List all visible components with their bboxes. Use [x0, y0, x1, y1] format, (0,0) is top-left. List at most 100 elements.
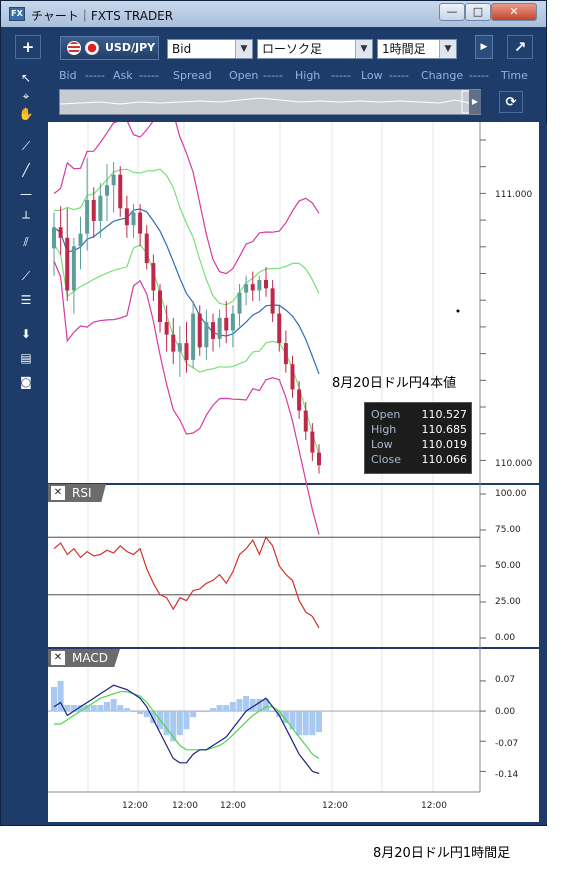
expand-button[interactable]: ↗ — [507, 35, 533, 59]
trendline-icon[interactable]: ⟋ — [17, 137, 35, 155]
fibonacci-icon[interactable]: ☰ — [17, 291, 35, 309]
rsi-close-button[interactable]: ✕ — [51, 486, 65, 500]
macd-histogram-bar — [223, 705, 230, 712]
sparkline-svg — [59, 90, 473, 114]
rsi-label: RSI — [72, 486, 92, 500]
close-button[interactable]: ✕ — [491, 3, 537, 21]
macd-histogram-bar — [269, 711, 276, 713]
rsi-tick: 100.00 — [495, 489, 527, 499]
change-value: ----- — [469, 69, 489, 82]
chevron-down-icon: ▼ — [355, 40, 372, 58]
candle-body — [177, 343, 182, 352]
maximize-button[interactable]: □ — [465, 3, 491, 21]
timeframe-select[interactable]: 1時間足 ▼ — [377, 39, 457, 59]
macd-histogram-bar — [302, 711, 309, 736]
macd-histogram-bar — [104, 702, 110, 712]
candle-body — [118, 174, 123, 209]
window-title: チャート｜FXTS TRADER — [31, 9, 174, 23]
candle-body — [191, 313, 196, 360]
hand-pan-icon[interactable]: ✋ — [17, 105, 35, 123]
candle-body — [217, 317, 222, 339]
macd-histogram-bar — [190, 711, 197, 718]
timeframe-value: 1時間足 — [382, 42, 426, 56]
candle-body — [105, 185, 109, 196]
candle-body — [244, 284, 249, 293]
ask-value: ----- — [139, 69, 159, 82]
high-value: ----- — [331, 69, 351, 82]
candle-body — [290, 364, 295, 390]
candle-body — [131, 212, 136, 226]
candle-body — [151, 263, 156, 291]
chevron-down-icon: ▼ — [439, 40, 456, 58]
list-icon[interactable]: ▤ — [17, 349, 35, 367]
refresh-button[interactable]: ⟳ — [499, 91, 523, 113]
caption: 8月20日ドル円1時間足 — [373, 846, 511, 861]
candle-body — [230, 313, 235, 331]
camera-icon[interactable]: ◙ — [17, 373, 35, 391]
rsi-tick: 0.00 — [495, 633, 516, 643]
jp-flag-icon — [85, 41, 99, 55]
macd-histogram-bar — [130, 711, 137, 713]
candle-body — [257, 279, 262, 291]
candle-body — [303, 410, 308, 432]
candle-body — [158, 290, 162, 323]
macd-line — [53, 684, 320, 775]
macd-tick: -0.07 — [495, 739, 519, 749]
fan-icon[interactable]: ⟋ — [17, 267, 35, 285]
download-icon[interactable]: ⬇ — [17, 325, 35, 343]
price-sparkline[interactable]: ▶ — [59, 89, 481, 115]
low-label: Low — [361, 69, 383, 82]
horizontal-line-icon[interactable]: — — [17, 185, 35, 203]
candle-body — [111, 174, 116, 186]
app-icon: FX — [9, 7, 25, 21]
macd-tick: -0.14 — [495, 770, 519, 780]
crosshair-icon[interactable]: ⌖ — [17, 87, 35, 105]
symbol-selector[interactable]: USD/JPY — [60, 36, 159, 60]
chart-type-value: ローソク足 — [262, 42, 323, 56]
candle-body — [184, 343, 189, 360]
macd-histogram-bar — [316, 711, 322, 733]
macd-histogram-bar — [236, 699, 243, 712]
low-label: Low — [371, 438, 393, 451]
close-label: Close — [371, 453, 401, 466]
candle-body — [197, 313, 202, 348]
drawing-toolbar: ↖ ⌖ ✋ ⟋ ╱ — ┴ ⫽ ⟋ ☰ ⬇ ▤ ◙ — [17, 69, 37, 399]
change-label: Change — [421, 69, 464, 82]
sparkline-scroll-button[interactable]: ▶ — [469, 90, 481, 114]
spread-label: Spread — [173, 69, 212, 82]
rsi-line — [53, 535, 320, 629]
rsi-tick: 50.00 — [495, 561, 521, 571]
panel-toggle-button[interactable]: ▶ — [475, 35, 493, 59]
macd-histogram-bar — [176, 711, 183, 736]
candle-body — [171, 334, 176, 352]
low-value: 110.019 — [421, 438, 468, 451]
add-chart-button[interactable]: + — [15, 35, 41, 59]
macd-histogram-bar — [137, 711, 144, 715]
chart-type-select[interactable]: ローソク足 ▼ — [257, 39, 373, 59]
minimize-button[interactable]: — — [439, 3, 465, 21]
candle-body — [124, 208, 129, 226]
macd-histogram-bar — [216, 705, 223, 712]
low-value: ----- — [389, 69, 409, 82]
chevron-down-icon: ▼ — [235, 40, 252, 58]
candle-body — [204, 322, 209, 348]
line-icon[interactable]: ╱ — [17, 161, 35, 179]
macd-histogram-bar — [123, 708, 130, 712]
macd-close-button[interactable]: ✕ — [51, 651, 65, 665]
time-tick: 12:00 — [172, 801, 198, 811]
title-bar[interactable]: FX チャート｜FXTS TRADER — □ ✕ — [1, 1, 546, 27]
cursor-arrow-icon[interactable]: ↖ — [17, 69, 35, 87]
vertical-line-icon[interactable]: ┴ — [17, 209, 35, 227]
macd-tick: 0.07 — [495, 675, 516, 685]
macd-histogram-bar — [97, 705, 104, 712]
macd-histogram-bar — [203, 711, 210, 713]
macd-histogram-bar — [196, 711, 203, 713]
candle-body — [283, 343, 288, 365]
price-type-select[interactable]: Bid ▼ — [167, 39, 253, 59]
open-value: 110.527 — [421, 408, 468, 421]
macd-histogram-bar — [229, 702, 236, 712]
candle-body — [138, 212, 143, 234]
candle-body — [224, 317, 229, 331]
parallel-line-icon[interactable]: ⫽ — [17, 233, 35, 251]
ohlc-annotation: 8月20日ドル円4本値 — [332, 376, 457, 391]
